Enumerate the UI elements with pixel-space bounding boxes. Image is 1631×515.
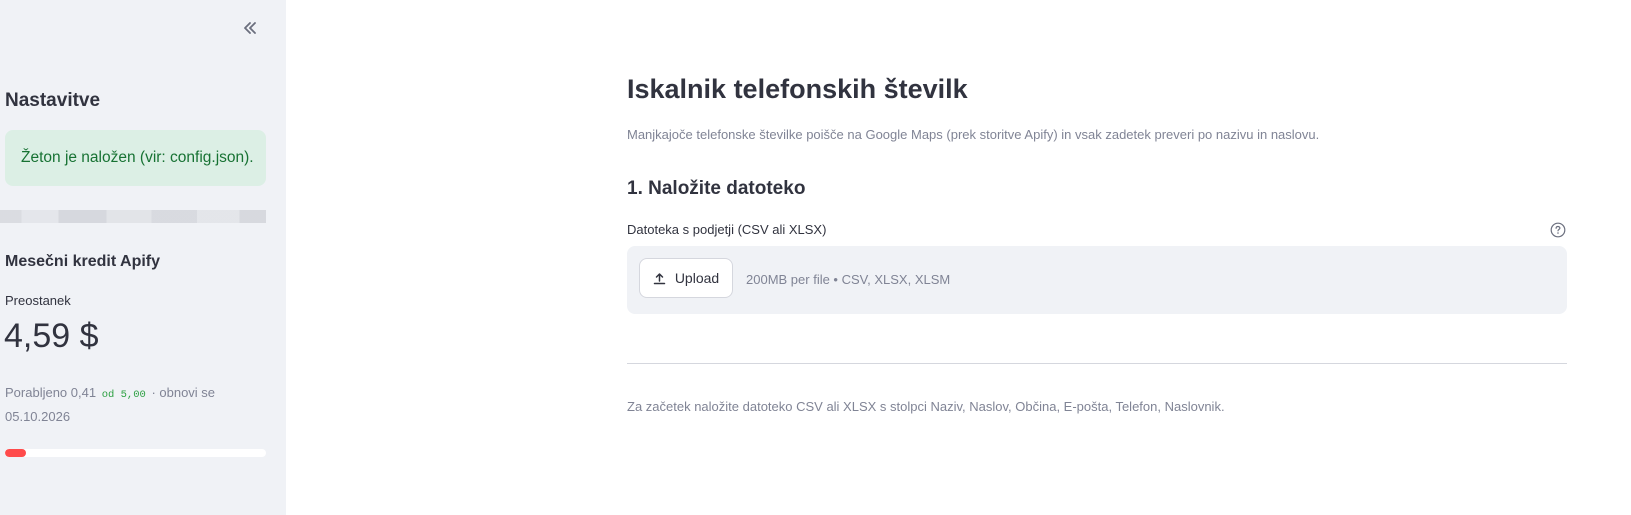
credit-progress-fill [5, 449, 27, 457]
page-subtitle: Manjkajoče telefonske številke poišče na… [627, 127, 1320, 142]
info-message: Za začetek naložite datoteko CSV ali XLS… [627, 399, 1225, 414]
section-title-upload: 1. Naložite datoteko [627, 178, 806, 199]
redacted-area [0, 210, 266, 223]
file-dropzone[interactable]: Upload 200MB per file • CSV, XLSX, XLSM [627, 246, 1567, 314]
collapse-sidebar-button[interactable] [236, 14, 264, 42]
file-uploader-label: Datoteka s podjetji (CSV ali XLSX) [627, 222, 827, 237]
credit-limit-code: od 5,00 [101, 389, 146, 401]
upload-icon [653, 272, 666, 284]
upload-limits: 200MB per file • CSV, XLSX, XLSM [746, 272, 951, 287]
sidebar: Nastavitve Žeton je naložen (vir: config… [0, 0, 286, 515]
metric-label: Preostanek [5, 293, 71, 308]
credit-progress-bar [5, 449, 266, 457]
upload-button-label: Upload [674, 270, 720, 286]
token-success-text: Žeton je naložen (vir: config.json). [21, 149, 254, 166]
question-circle-icon[interactable] [1550, 222, 1566, 238]
credit-usage-caption: Porabljeno 0,41 od 5,00 · obnovi se 05.1… [5, 382, 270, 428]
token-success-alert: Žeton je naložen (vir: config.json). [5, 130, 266, 186]
metric-value: 4,59 $ [4, 317, 99, 355]
sidebar-heading: Nastavitve [5, 90, 101, 111]
divider [627, 363, 1567, 364]
used-amount: Porabljeno 0,41 [5, 385, 97, 400]
double-chevron-left-icon [244, 22, 256, 34]
main-content: Iskalnik telefonskih številk Manjkajoče … [286, 0, 1631, 515]
page-title: Iskalnik telefonskih številk [627, 74, 968, 104]
credit-heading: Mesečni kredit Apify [5, 253, 161, 270]
upload-button[interactable]: Upload [639, 258, 733, 298]
